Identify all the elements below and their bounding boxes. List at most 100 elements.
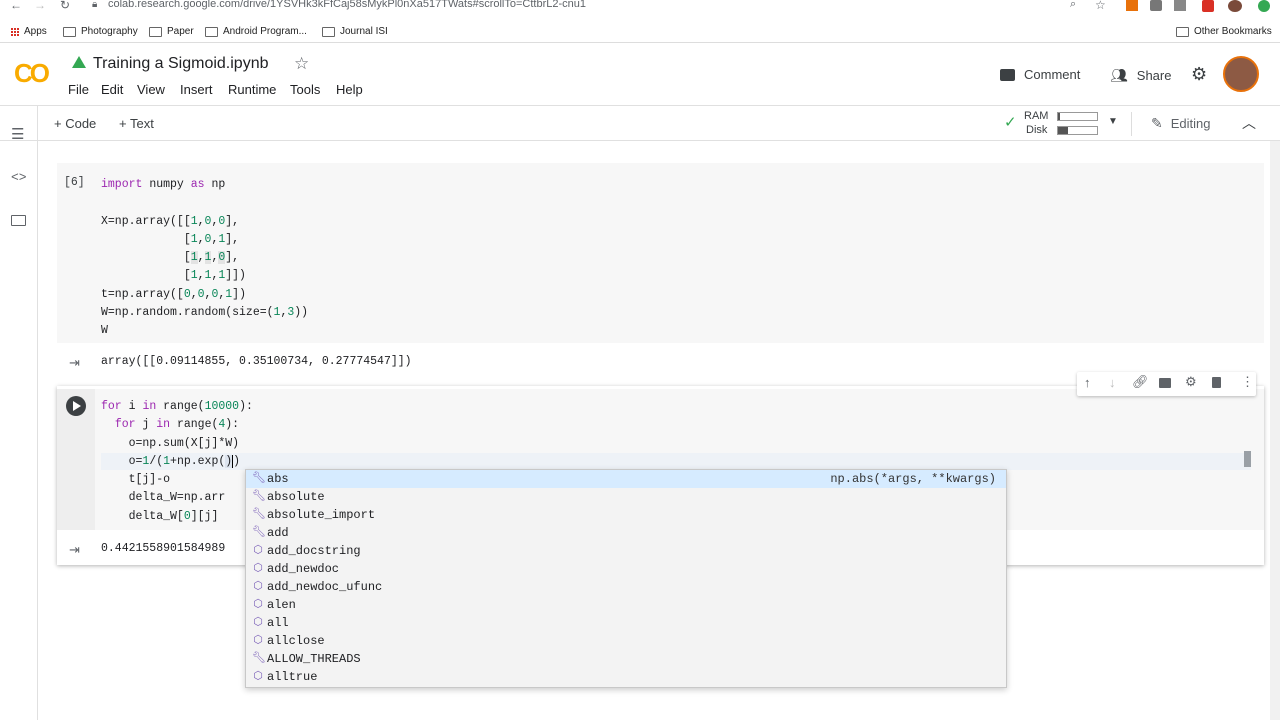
bookmark-label: Apps: [24, 26, 47, 37]
autocomplete-item[interactable]: ⬡ add_newdoc: [246, 560, 1006, 578]
off-extension-icon[interactable]: [1202, 0, 1214, 12]
menu-tools[interactable]: Tools: [290, 82, 320, 97]
autocomplete-item[interactable]: 🔧︎ absolute_import: [246, 506, 1006, 524]
extension-icon[interactable]: [1174, 0, 1186, 11]
page-scrollbar[interactable]: [1270, 141, 1280, 720]
back-icon[interactable]: ←: [10, 0, 22, 12]
camera-extension-icon[interactable]: [1150, 0, 1162, 11]
cell-1-source[interactable]: import numpy as np X=np.array([[1,0,0], …: [101, 176, 308, 341]
settings-gear-icon[interactable]: ⚙: [1191, 64, 1207, 85]
bookmark-photography[interactable]: Photography: [63, 21, 138, 42]
menu-file[interactable]: File: [68, 82, 89, 97]
autocomplete-item[interactable]: ⬡ add_docstring: [246, 542, 1006, 560]
autocomplete-signature: np.abs(*args, **kwargs): [830, 472, 996, 486]
cell-toolbar: ↑ ↓ 🔗︎ ⚙ ⋮: [1077, 372, 1256, 396]
autocomplete-item[interactable]: 🔧︎ add: [246, 524, 1006, 542]
code-snippets-icon[interactable]: <>: [11, 170, 27, 185]
autocomplete-label: allclose: [267, 634, 325, 648]
menu-insert[interactable]: Insert: [180, 82, 213, 97]
editing-mode-button[interactable]: ✎ Editing: [1151, 115, 1210, 132]
autocomplete-label: add_newdoc_ufunc: [267, 580, 383, 594]
autocomplete-item[interactable]: 🔧︎ ALLOW_THREADS: [246, 650, 1006, 668]
autocomplete-label: absolute: [267, 490, 325, 504]
folder-icon: [149, 26, 162, 37]
star-bookmark-icon[interactable]: ☆: [1095, 0, 1106, 12]
collapse-header-icon[interactable]: ︿: [1242, 113, 1256, 133]
files-folder-icon[interactable]: [11, 215, 26, 226]
cube-icon: ⬡: [253, 563, 263, 575]
autocomplete-label: add_docstring: [267, 544, 361, 558]
move-down-icon[interactable]: ↓: [1109, 375, 1116, 390]
bookmarks-bar: Apps Photography Paper Android Program..…: [0, 21, 1280, 43]
browser-url-bar[interactable]: ← → ↻ 🔒︎ colab.research.google.com/drive…: [0, 0, 1280, 14]
autocomplete-item[interactable]: 🔧︎ absolute: [246, 488, 1006, 506]
menu-runtime[interactable]: Runtime: [228, 82, 276, 97]
resources-dropdown-icon[interactable]: ▼: [1108, 116, 1118, 127]
lock-icon: 🔒︎: [92, 0, 98, 10]
autocomplete-item[interactable]: ⬡ alltrue: [246, 668, 1006, 686]
colab-logo[interactable]: CO: [14, 60, 54, 86]
forward-icon[interactable]: →: [34, 0, 46, 12]
autocomplete-item[interactable]: ⬡ add_newdoc_ufunc: [246, 578, 1006, 596]
folder-icon: [63, 26, 76, 37]
bookmark-label: Paper: [167, 26, 194, 37]
share-label: Share: [1136, 68, 1172, 83]
code-line: o=1/(1+np.exp()): [101, 454, 241, 468]
autocomplete-item[interactable]: ⬡ allclose: [246, 632, 1006, 650]
bookmark-other[interactable]: Other Bookmarks: [1176, 21, 1272, 42]
add-code-button[interactable]: + Code: [54, 116, 96, 131]
cube-icon: ⬡: [253, 599, 263, 611]
link-icon[interactable]: 🔗︎: [1132, 374, 1149, 390]
extension-icon[interactable]: [1258, 0, 1270, 12]
cell-2-source[interactable]: for i in range(10000): for j in range(4)…: [101, 398, 253, 526]
code-line: for j in range(4):: [114, 418, 240, 432]
bookmark-label: Android Program...: [223, 26, 307, 37]
connected-check-icon: ✓: [1004, 114, 1017, 131]
cell-scroll-thumb[interactable]: [1244, 451, 1251, 467]
zoom-icon[interactable]: ⌕: [1070, 0, 1076, 11]
code-line: W=np.random.random(size=(1,3)): [101, 306, 309, 320]
reload-icon[interactable]: ↻: [60, 0, 70, 12]
bookmark-apps[interactable]: Apps: [10, 21, 47, 42]
cell-1-output: array([[0.09114855, 0.35100734, 0.277745…: [101, 355, 412, 368]
menu-help[interactable]: Help: [336, 82, 363, 97]
bookmark-android[interactable]: Android Program...: [205, 21, 307, 42]
star-icon[interactable]: ☆: [294, 54, 309, 74]
bookmark-label: Other Bookmarks: [1194, 26, 1272, 37]
share-button[interactable]: 👥︎ Share: [1110, 67, 1171, 84]
bookmark-paper[interactable]: Paper: [149, 21, 194, 42]
move-up-icon[interactable]: ↑: [1084, 375, 1091, 390]
cell-2-output: 0.4421558901584989: [101, 542, 226, 555]
run-cell-button[interactable]: [66, 396, 86, 416]
bookmark-journal[interactable]: Journal ISI: [322, 21, 388, 42]
url-text[interactable]: colab.research.google.com/drive/1YSVHk3k…: [108, 0, 586, 10]
profile-avatar[interactable]: [1228, 0, 1242, 12]
comment-icon[interactable]: [1159, 378, 1171, 388]
table-of-contents-icon[interactable]: ☰: [11, 125, 24, 143]
apps-grid-icon: [10, 27, 19, 36]
comment-button[interactable]: Comment: [1000, 67, 1080, 82]
menu-view[interactable]: View: [137, 82, 165, 97]
more-options-icon[interactable]: ⋮: [1241, 374, 1254, 390]
output-icon: ⇥: [69, 355, 80, 370]
autocomplete-item[interactable]: ⬡ alen: [246, 596, 1006, 614]
autocomplete-label: all: [267, 616, 289, 630]
user-avatar[interactable]: [1223, 56, 1259, 92]
cube-icon: ⬡: [253, 635, 263, 647]
autocomplete-item[interactable]: 🔧︎ abs np.abs(*args, **kwargs): [246, 470, 1006, 488]
disk-usage-bar: [1057, 126, 1098, 135]
menu-edit[interactable]: Edit: [101, 82, 123, 97]
delete-trash-icon[interactable]: [1212, 377, 1221, 388]
notebook-title[interactable]: Training a Sigmoid.ipynb: [93, 55, 269, 73]
code-line: o=np.sum(X[j]*W): [101, 436, 240, 450]
left-sidebar: [0, 106, 38, 720]
autocomplete-label: add: [267, 526, 289, 540]
folder-icon: [1176, 26, 1189, 37]
code-line: [1,1,0],: [101, 251, 240, 265]
autocomplete-popup[interactable]: 🔧︎ abs np.abs(*args, **kwargs) 🔧︎ absolute …: [245, 469, 1007, 688]
extension-icon[interactable]: [1126, 0, 1138, 11]
add-text-button[interactable]: + Text: [119, 116, 154, 131]
comment-icon: [1000, 68, 1015, 81]
cell-settings-gear-icon[interactable]: ⚙: [1185, 374, 1197, 390]
autocomplete-item[interactable]: ⬡ all: [246, 614, 1006, 632]
